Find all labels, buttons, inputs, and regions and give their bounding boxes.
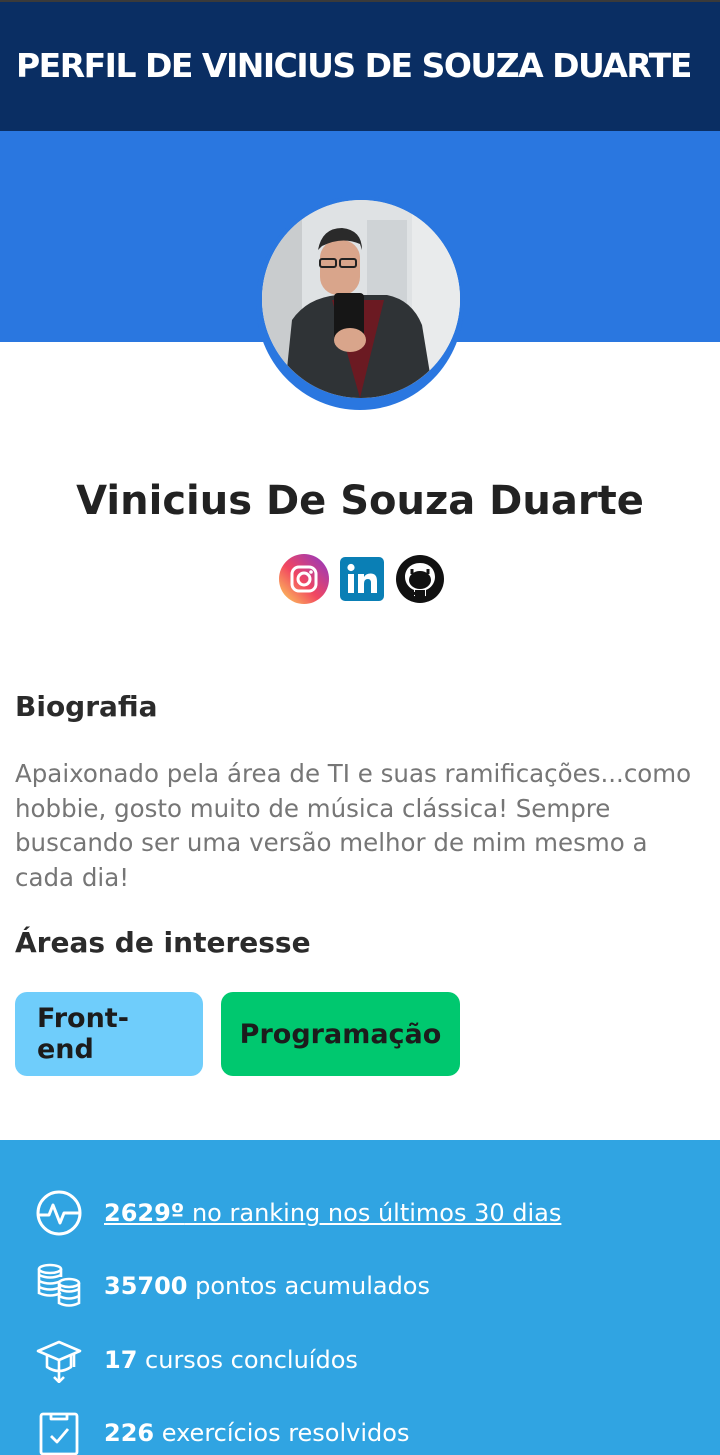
- coins-icon: [36, 1263, 82, 1309]
- profile-name: Vinicius De Souza Duarte: [76, 478, 644, 524]
- stat-points-label: pontos acumulados: [187, 1272, 430, 1300]
- stat-ranking[interactable]: 2629º no ranking nos últimos 30 dias: [36, 1190, 561, 1236]
- interests-title: Áreas de interesse: [15, 926, 311, 959]
- page-header: PERFIL DE VINICIUS DE SOUZA DUARTE: [0, 0, 720, 131]
- stat-points: 35700 pontos acumulados: [36, 1263, 430, 1309]
- stat-courses-value: 17: [104, 1346, 138, 1374]
- stat-ranking-value: 2629º: [104, 1199, 185, 1227]
- interest-tags: Front-end Programação: [15, 992, 460, 1076]
- graduation-cap-icon: [36, 1337, 82, 1383]
- tag-programacao[interactable]: Programação: [221, 992, 460, 1076]
- instagram-icon[interactable]: [279, 554, 329, 604]
- linkedin-icon[interactable]: [337, 554, 387, 604]
- github-icon[interactable]: [395, 554, 445, 604]
- bio-title: Biografia: [15, 690, 158, 723]
- stat-ranking-label: no ranking nos últimos 30 dias: [184, 1199, 562, 1227]
- stat-courses-label: cursos concluídos: [137, 1346, 358, 1374]
- clipboard-check-icon: [36, 1410, 82, 1455]
- stats-panel: 2629º no ranking nos últimos 30 dias 357…: [0, 1140, 720, 1455]
- bio-text: Apaixonado pela área de TI e suas ramifi…: [15, 759, 692, 892]
- stat-exercises: 226 exercícios resolvidos: [36, 1410, 409, 1455]
- activity-icon: [36, 1190, 82, 1236]
- tag-front-end[interactable]: Front-end: [15, 992, 203, 1076]
- stat-exercises-label: exercícios resolvidos: [154, 1419, 410, 1447]
- stat-courses: 17 cursos concluídos: [36, 1337, 358, 1383]
- stat-points-value: 35700: [104, 1272, 188, 1300]
- social-links: [279, 553, 445, 605]
- page-title: PERFIL DE VINICIUS DE SOUZA DUARTE: [16, 46, 692, 85]
- avatar: [262, 200, 460, 398]
- stat-exercises-value: 226: [104, 1419, 155, 1447]
